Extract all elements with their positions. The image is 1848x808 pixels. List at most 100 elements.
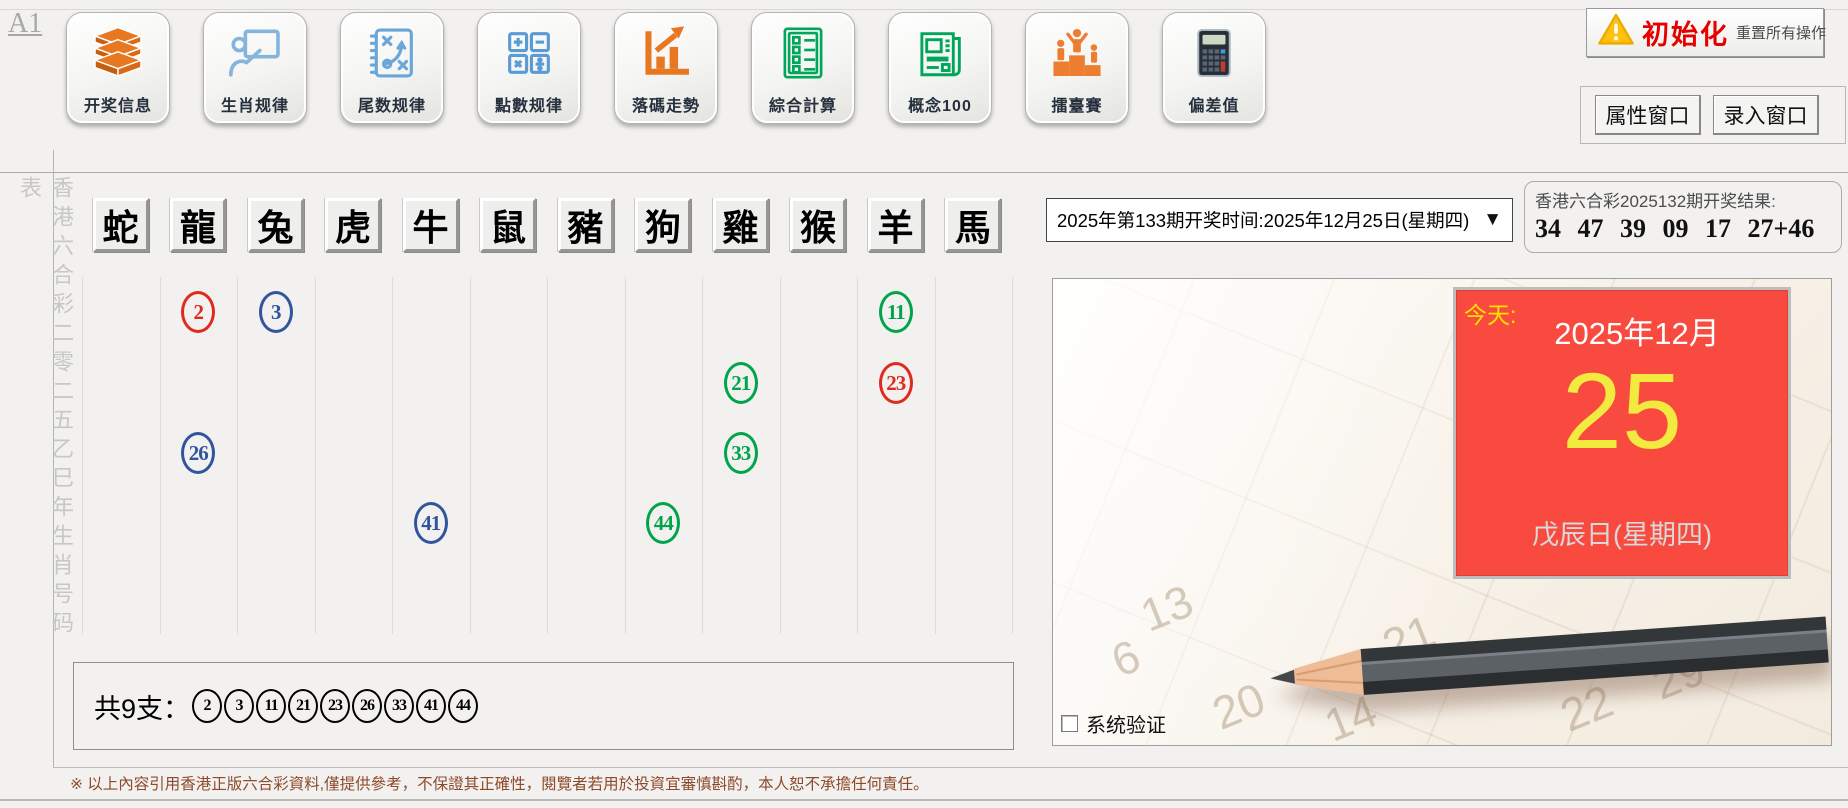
grid-column-line xyxy=(392,277,393,634)
toolbar-button-label: 落碼走勢 xyxy=(631,98,700,115)
watermark: A1 xyxy=(8,8,43,39)
toolbar-button-8[interactable]: 擂臺賽 xyxy=(1025,12,1129,124)
zodiac-number-grid: 2 3 11 21 23 26 33 41 44 xyxy=(82,277,1013,634)
toolbar-button-label: 开奖信息 xyxy=(83,98,152,115)
checklist-icon xyxy=(752,13,854,92)
system-verify-row[interactable]: 系统验证 xyxy=(1061,709,1166,738)
summary-number-33: 33 xyxy=(384,689,415,723)
toolbar-button-1[interactable]: 开奖信息 xyxy=(66,12,170,124)
number-mark-11: 11 xyxy=(878,291,913,333)
summary-number-23: 23 xyxy=(320,689,351,723)
latest-result-numbers: 34 47 39 09 17 27+46 xyxy=(1535,214,1815,243)
entry-window-button[interactable]: 录入窗口 xyxy=(1713,95,1819,135)
presenter-icon xyxy=(204,13,306,92)
window-bottom-edge xyxy=(0,799,1848,801)
zodiac-button-4[interactable]: 虎 xyxy=(325,198,381,252)
window-buttons-group: 属性窗口 录入窗口 xyxy=(1580,86,1846,144)
grid-column-line xyxy=(779,277,781,634)
system-verify-checkbox[interactable] xyxy=(1061,715,1078,732)
zodiac-button-3[interactable]: 兔 xyxy=(247,198,304,252)
toolbar-button-7[interactable]: 概念100 xyxy=(888,12,992,124)
zodiac-button-6[interactable]: 鼠 xyxy=(480,198,536,252)
strategy-notebook-icon xyxy=(341,13,443,92)
grid-column-line xyxy=(469,277,471,634)
today-day-info: 戊辰日(星期四) xyxy=(1532,520,1712,550)
zodiac-button-7[interactable]: 豬 xyxy=(557,198,614,252)
calendar-panel: 13 21 20 29 14 22 6 今天: 2025年12月 25 戊辰日(星期四) 系… xyxy=(1052,278,1832,746)
today-card: 今天: 2025年12月 25 戊辰日(星期四) xyxy=(1453,287,1791,579)
app-window: A1 开奖信息 生肖规律 尾数规律 點數规律 落碼走勢 綜合計算 概念100 擂臺賽 偏差值 初… xyxy=(0,0,1848,808)
toolbar-button-label: 擂臺賽 xyxy=(1051,98,1103,115)
toolbar-button-9[interactable]: 偏差值 xyxy=(1162,12,1266,124)
warning-icon xyxy=(1597,11,1635,54)
zodiac-button-10[interactable]: 猴 xyxy=(790,198,846,252)
number-mark-41: 41 xyxy=(413,502,448,544)
summary-number-21: 21 xyxy=(288,689,319,723)
zodiac-button-1[interactable]: 蛇 xyxy=(92,198,149,252)
today-day: 25 xyxy=(1561,350,1683,471)
grid-column-line xyxy=(82,277,83,634)
summary-number-26: 26 xyxy=(352,689,383,723)
grid-column-line xyxy=(159,277,161,634)
zodiac-button-8[interactable]: 狗 xyxy=(635,198,691,252)
calculator-icon xyxy=(1163,13,1265,92)
zodiac-row: 蛇龍兔虎牛鼠豬狗雞猴羊馬 xyxy=(82,198,1012,252)
latest-result-box: 香港六合彩2025132期开奖结果: 34 47 39 09 17 27+46 xyxy=(1524,181,1842,253)
summary-number-44: 44 xyxy=(448,689,479,723)
toolbar-button-3[interactable]: 尾数规律 xyxy=(340,12,444,124)
latest-result-title: 香港六合彩2025132期开奖结果: xyxy=(1535,192,1776,211)
number-mark-3: 3 xyxy=(258,291,293,333)
podium-icon xyxy=(1026,13,1128,92)
zodiac-button-5[interactable]: 牛 xyxy=(402,198,459,252)
math-grid-icon xyxy=(478,13,580,92)
number-mark-23: 23 xyxy=(878,362,913,404)
toolbar-button-6[interactable]: 綜合計算 xyxy=(751,12,855,124)
toolbar-button-label: 概念100 xyxy=(908,98,972,115)
books-icon xyxy=(67,13,169,92)
grid-column-line xyxy=(237,277,238,634)
grid-column-line xyxy=(314,277,316,634)
summary-numbers: 2 3 11 21 23 26 33 41 44 xyxy=(190,689,479,723)
grid-column-line xyxy=(1012,277,1013,634)
init-button-label: 初始化 xyxy=(1642,20,1729,50)
toolbar-button-label: 點數规律 xyxy=(494,98,563,115)
properties-window-button[interactable]: 属性窗口 xyxy=(1595,95,1701,135)
top-divider xyxy=(0,9,1848,10)
summary-number-11: 11 xyxy=(256,689,287,723)
bar-chart-icon xyxy=(615,13,717,92)
summary-number-2: 2 xyxy=(192,689,223,723)
init-button[interactable]: 初始化 重置所有操作 xyxy=(1586,8,1827,57)
toolbar-button-label: 生肖规律 xyxy=(220,98,289,115)
toolbar-button-4[interactable]: 點數规律 xyxy=(477,12,581,124)
number-mark-33: 33 xyxy=(723,432,758,474)
toolbar-button-label: 偏差值 xyxy=(1188,98,1240,115)
number-mark-21: 21 xyxy=(723,362,758,404)
vertical-title: 香港六合彩二零二五乙巳年生肖号码表 xyxy=(17,176,74,640)
summary-number-3: 3 xyxy=(224,689,255,723)
grid-column-line xyxy=(702,277,703,634)
number-mark-26: 26 xyxy=(181,432,216,474)
today-month: 2025年12月 xyxy=(1554,316,1720,351)
period-selector-value: 2025年第133期开奖时间:2025年12月25日(星期四) xyxy=(1057,210,1470,231)
zodiac-button-11[interactable]: 羊 xyxy=(867,198,924,252)
summary-box: 共9支： 2 3 11 21 23 26 33 41 44 xyxy=(73,662,1014,750)
number-mark-44: 44 xyxy=(646,502,681,544)
grid-column-line xyxy=(934,277,936,634)
disclaimer-text: ※ 以上內容引用香港正版六合彩資料,僅提供參考，不保證其正確性，閱覽者若用於投資… xyxy=(70,776,929,793)
chevron-down-icon[interactable]: ▼ xyxy=(1483,209,1502,231)
zodiac-button-2[interactable]: 龍 xyxy=(170,198,226,252)
toolbar-button-2[interactable]: 生肖规律 xyxy=(203,12,307,124)
summary-label: 共9支： xyxy=(94,693,191,724)
grid-column-line xyxy=(857,277,858,634)
number-mark-2: 2 xyxy=(181,291,216,333)
toolbar-button-5[interactable]: 落碼走勢 xyxy=(614,12,718,124)
toolbar-button-label: 尾数规律 xyxy=(357,98,426,115)
bottom-divider xyxy=(53,767,1848,768)
init-button-sublabel: 重置所有操作 xyxy=(1736,25,1827,42)
toolbar-divider xyxy=(0,172,1848,173)
zodiac-button-9[interactable]: 雞 xyxy=(712,198,769,252)
period-selector-dropdown[interactable]: 2025年第133期开奖时间:2025年12月25日(星期四) ▼ xyxy=(1046,198,1513,242)
zodiac-button-12[interactable]: 馬 xyxy=(945,198,1001,252)
grid-column-line xyxy=(624,277,626,634)
summary-number-41: 41 xyxy=(416,689,447,723)
